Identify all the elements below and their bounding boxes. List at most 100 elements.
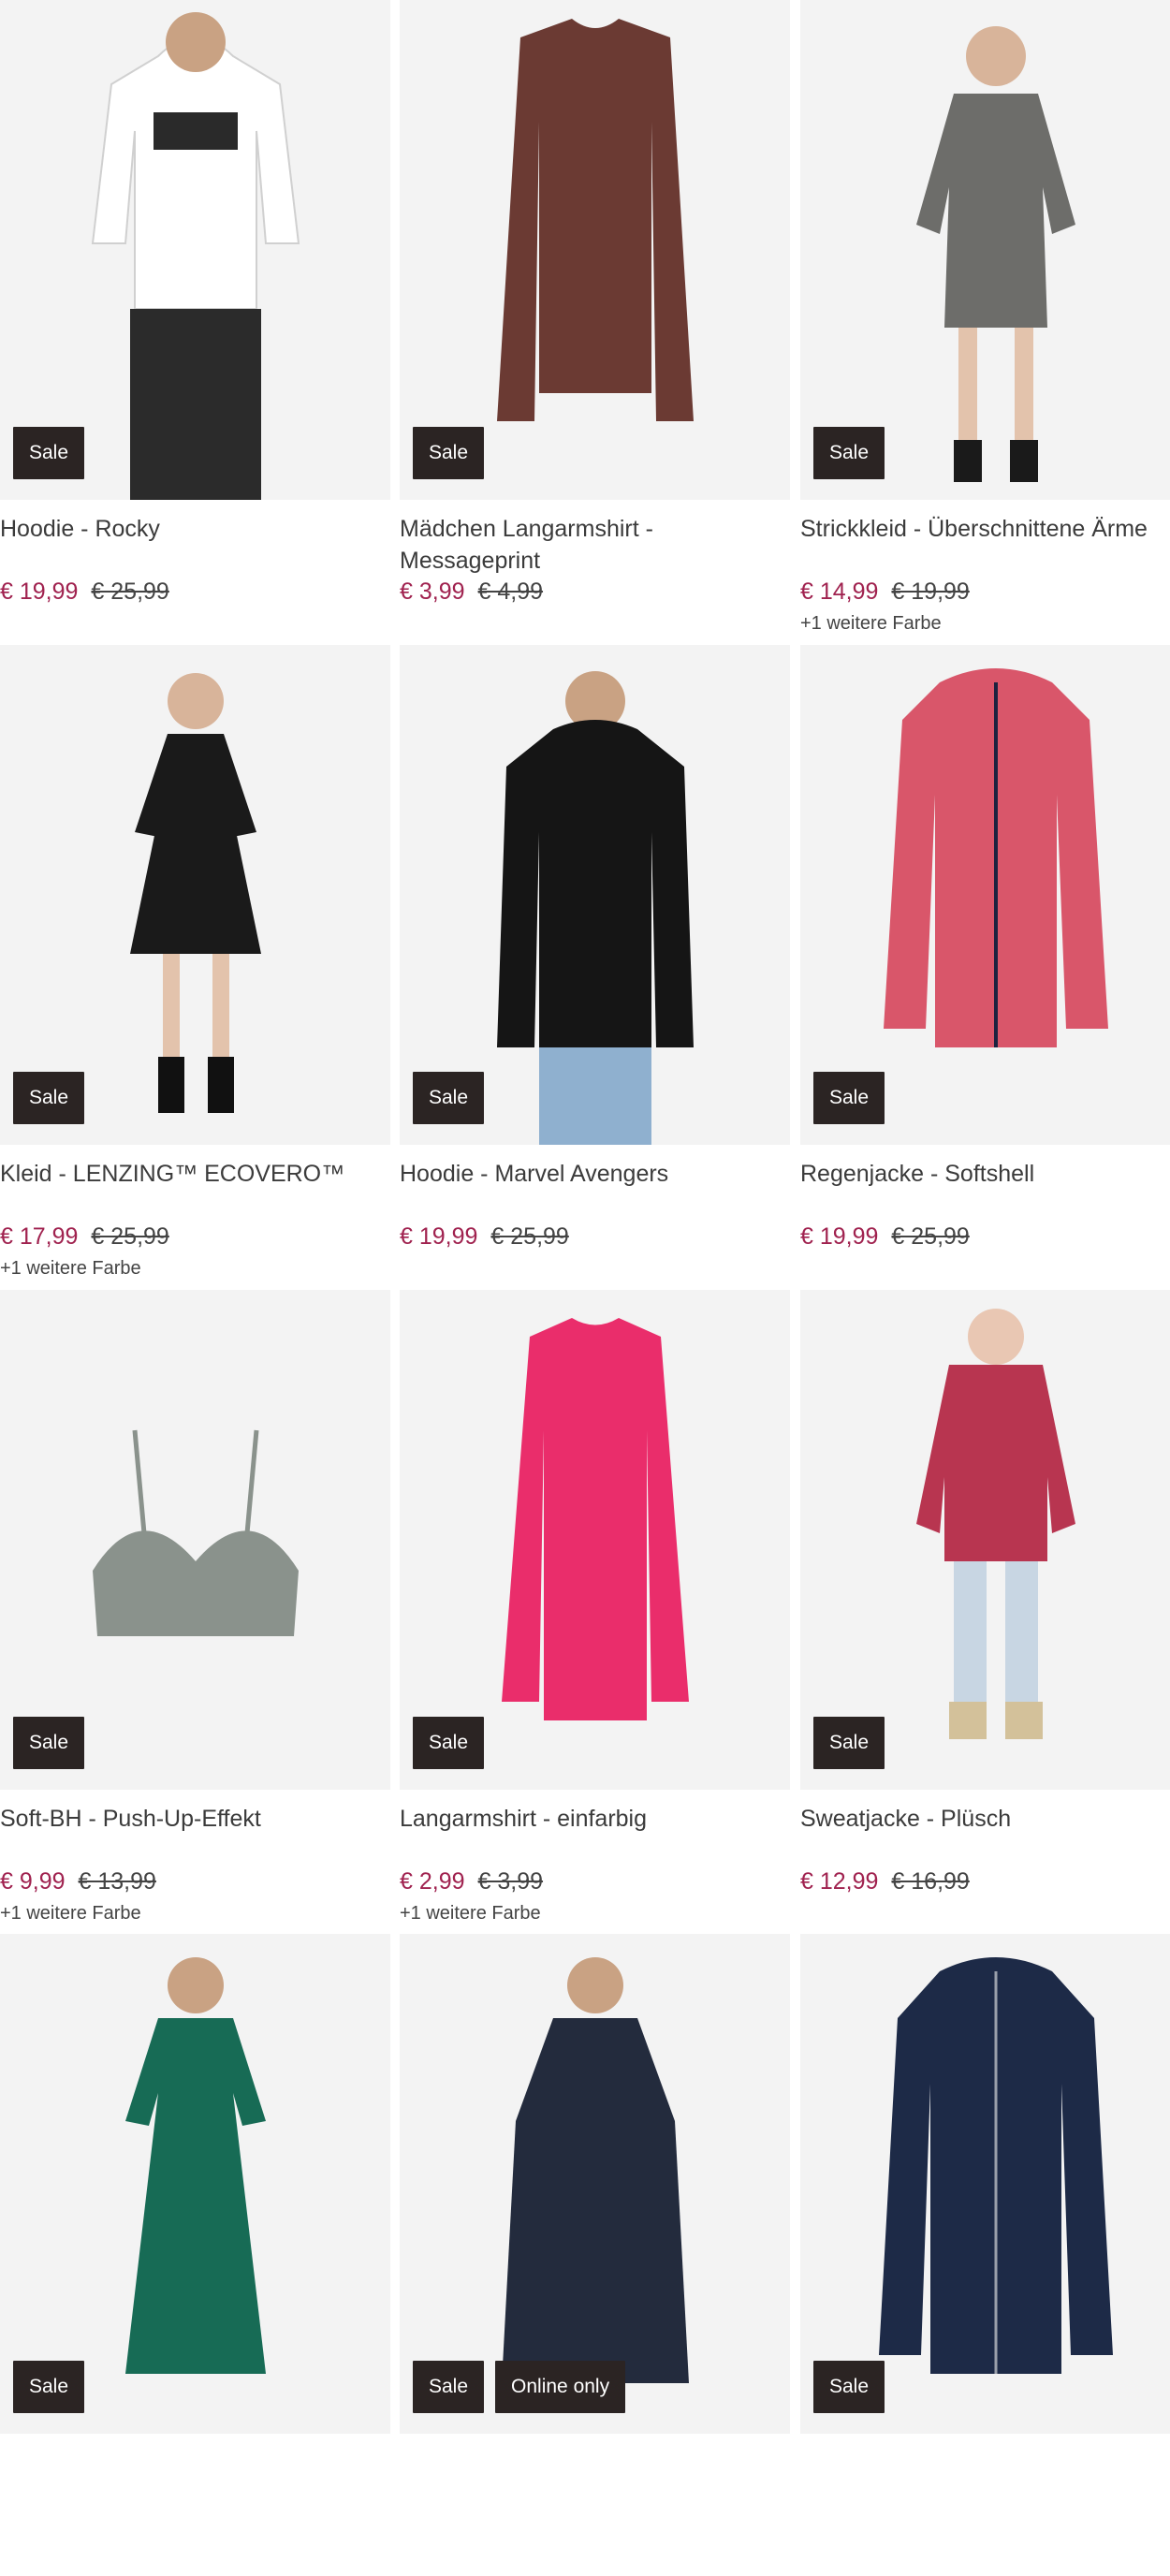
price-row: € 2,99 € 3,99 <box>400 1866 543 1896</box>
sale-badge: Sale <box>13 427 85 479</box>
sale-price: € 9,99 <box>0 1868 66 1895</box>
product-title[interactable]: Soft-BH - Push-Up-Effekt <box>0 1803 390 1835</box>
product-card[interactable]: Sale Mädchen Langarmshirt - Messageprint €… <box>400 0 790 642</box>
jacket-hearts-icon <box>883 668 1108 1047</box>
original-price: € 13,99 <box>78 1868 156 1895</box>
badge-group: Sale <box>13 1072 85 1124</box>
hoodie-black-icon <box>496 671 694 1145</box>
more-colors-note[interactable]: +1 weitere Farbe <box>0 1258 141 1280</box>
product-image[interactable]: Sale <box>400 1290 790 1790</box>
product-card[interactable]: Sale Regenjacke - Softshell € 19,99 € 25,99 <box>800 645 1170 1287</box>
product-title[interactable]: Hoodie - Marvel Avengers <box>400 1158 790 1190</box>
bra-icon <box>92 1429 299 1636</box>
sale-price: € 19,99 <box>800 1223 879 1250</box>
product-image[interactable]: Sale <box>0 1290 390 1790</box>
product-image[interactable]: Sale <box>800 645 1170 1145</box>
product-grid: Sale Hoodie - Rocky € 19,99 € 25,99 Sale Mädc… <box>0 0 1170 2434</box>
zip-hoodie-navy-icon <box>878 1957 1113 2374</box>
badge-group: Sale <box>13 2361 85 2413</box>
sale-badge: Sale <box>813 1072 885 1124</box>
original-price: € 4,99 <box>477 578 544 605</box>
knit-dress-icon <box>915 26 1075 482</box>
badge-group: Sale <box>413 1072 485 1124</box>
badge-group: Sale <box>813 427 885 479</box>
badge-group: Sale Online only <box>413 2361 626 2413</box>
price-row: € 3,99 € 4,99 <box>400 577 543 607</box>
sale-price: € 19,99 <box>0 578 79 605</box>
badge-group: Sale <box>13 1717 85 1769</box>
price-row: € 17,99 € 25,99 <box>0 1222 169 1251</box>
sale-badge: Sale <box>13 1717 85 1769</box>
original-price: € 19,99 <box>891 578 970 605</box>
badge-group: Sale <box>813 2361 885 2413</box>
price-row: € 19,99 € 25,99 <box>800 1222 970 1251</box>
product-card[interactable]: Sale Kleid - LENZING™ ECOVERO™ € 17,99 € 25… <box>0 645 390 1287</box>
price-row: € 14,99 € 19,99 <box>800 577 970 607</box>
product-title[interactable]: Hoodie - Rocky <box>0 513 390 545</box>
product-card[interactable]: Sale Hoodie - Rocky € 19,99 € 25,99 <box>0 0 390 642</box>
product-title[interactable]: Sweatjacke - Plüsch <box>800 1803 1170 1835</box>
badge-group: Sale <box>813 1072 885 1124</box>
original-price: € 25,99 <box>91 1223 169 1250</box>
sale-badge: Sale <box>413 1717 485 1769</box>
more-colors-note[interactable]: +1 weitere Farbe <box>0 1903 141 1925</box>
product-image[interactable]: Sale <box>800 1934 1170 2434</box>
product-image[interactable]: Sale <box>0 0 390 500</box>
dress-black-icon <box>129 673 261 1113</box>
sale-badge: Sale <box>13 1072 85 1124</box>
maxi-dress-green-icon <box>124 1957 266 2374</box>
product-image[interactable]: Sale <box>0 1934 390 2434</box>
hoodie-white-icon <box>91 12 300 500</box>
product-title[interactable]: Mädchen Langarmshirt - Messageprint <box>400 513 790 577</box>
product-title[interactable]: Regenjacke - Softshell <box>800 1158 1170 1190</box>
more-colors-note[interactable]: +1 weitere Farbe <box>400 1903 541 1925</box>
more-colors-note[interactable]: +1 weitere Farbe <box>800 613 942 635</box>
badge-group: Sale <box>813 1717 885 1769</box>
badge-group: Sale <box>13 427 85 479</box>
original-price: € 25,99 <box>91 578 169 605</box>
price-row: € 19,99 € 25,99 <box>0 577 169 607</box>
price-row: € 19,99 € 25,99 <box>400 1222 569 1251</box>
product-card[interactable]: Sale Hoodie - Marvel Avengers € 19,99 € 25,… <box>400 645 790 1287</box>
sale-badge: Sale <box>813 427 885 479</box>
sale-badge: Sale <box>413 1072 485 1124</box>
product-image[interactable]: Sale <box>800 0 1170 500</box>
longsleeve-pink-icon <box>501 1318 689 1720</box>
plush-jacket-icon <box>915 1309 1075 1739</box>
product-card[interactable]: Sale Online only <box>400 1934 790 2576</box>
sale-price: € 17,99 <box>0 1223 79 1250</box>
product-title[interactable]: Langarmshirt - einfarbig <box>400 1803 790 1835</box>
sale-price: € 14,99 <box>800 578 879 605</box>
product-card[interactable]: Sale Soft-BH - Push-Up-Effekt € 9,99 € 13,9… <box>0 1290 390 1932</box>
product-title[interactable]: Kleid - LENZING™ ECOVERO™ <box>0 1158 390 1190</box>
product-image[interactable]: Sale <box>800 1290 1170 1790</box>
product-card[interactable]: Sale Sweatjacke - Plüsch € 12,99 € 16,99 <box>800 1290 1170 1932</box>
price-row: € 9,99 € 13,99 <box>0 1866 156 1896</box>
raincoat-navy-icon <box>501 1957 689 2383</box>
product-card[interactable]: Sale <box>0 1934 390 2576</box>
price-row: € 12,99 € 16,99 <box>800 1866 970 1896</box>
product-image[interactable]: Sale <box>0 645 390 1145</box>
sale-price: € 3,99 <box>400 578 465 605</box>
online-only-badge: Online only <box>495 2361 626 2413</box>
sale-badge: Sale <box>413 2361 485 2413</box>
badge-group: Sale <box>413 427 485 479</box>
product-image[interactable]: Sale Online only <box>400 1934 790 2434</box>
product-card[interactable]: Sale Langarmshirt - einfarbig € 2,99 € 3,99… <box>400 1290 790 1932</box>
sale-price: € 19,99 <box>400 1223 478 1250</box>
product-card[interactable]: Sale <box>800 1934 1170 2576</box>
sale-badge: Sale <box>413 427 485 479</box>
product-image[interactable]: Sale <box>400 0 790 500</box>
badge-group: Sale <box>413 1717 485 1769</box>
sale-price: € 2,99 <box>400 1868 465 1895</box>
original-price: € 16,99 <box>891 1868 970 1895</box>
sale-badge: Sale <box>813 1717 885 1769</box>
original-price: € 3,99 <box>477 1868 544 1895</box>
longsleeve-print-icon <box>496 19 694 421</box>
sale-badge: Sale <box>813 2361 885 2413</box>
product-card[interactable]: Sale Strickkleid - Überschnittene Ärme € 1… <box>800 0 1170 642</box>
product-image[interactable]: Sale <box>400 645 790 1145</box>
sale-price: € 12,99 <box>800 1868 879 1895</box>
product-title[interactable]: Strickkleid - Überschnittene Ärme <box>800 513 1170 545</box>
original-price: € 25,99 <box>891 1223 970 1250</box>
